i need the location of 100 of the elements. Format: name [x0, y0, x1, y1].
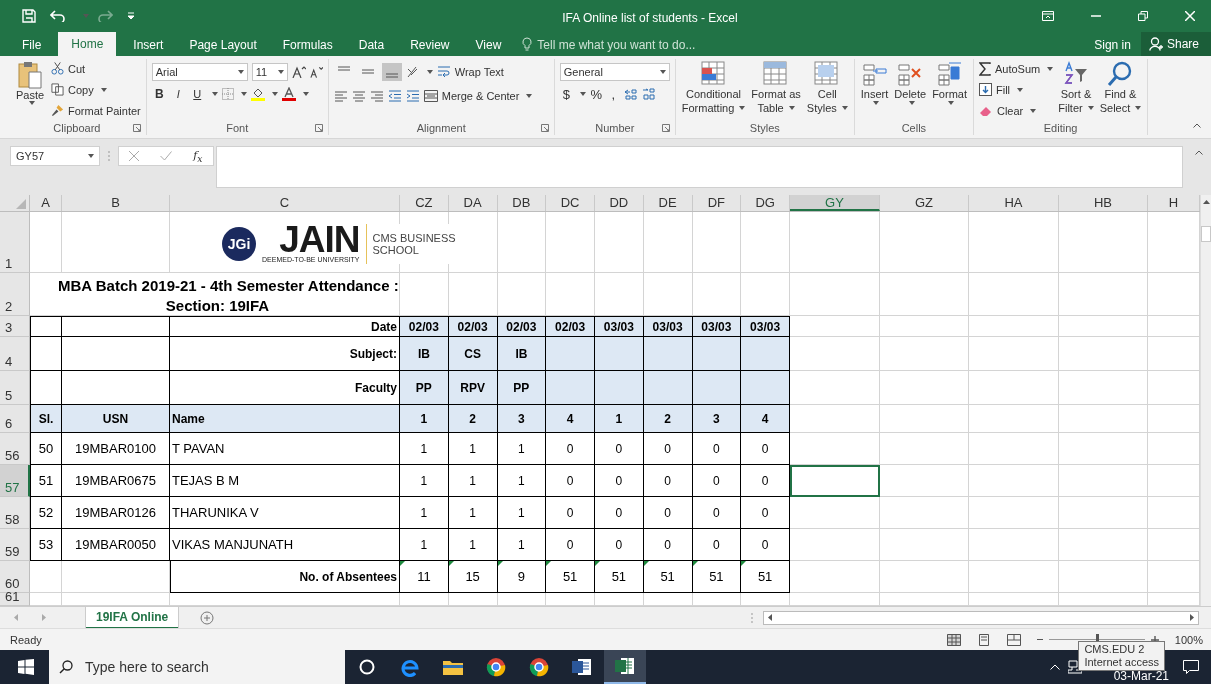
row-header[interactable]: 59	[0, 529, 30, 562]
vertical-scrollbar[interactable]	[1200, 195, 1211, 607]
dialog-launcher-icon[interactable]	[314, 124, 323, 133]
minimize-icon[interactable]	[1091, 14, 1101, 17]
customize-icon[interactable]	[127, 11, 135, 20]
ribbon-tab[interactable]: View	[462, 33, 515, 56]
restore-icon[interactable]	[1138, 10, 1148, 21]
decrease-indent-icon[interactable]	[387, 89, 402, 102]
column-header[interactable]: HA	[969, 195, 1059, 212]
column-header[interactable]: GY	[790, 195, 880, 212]
sign-in-link[interactable]: Sign in	[1094, 33, 1131, 56]
column-header[interactable]: CZ	[400, 195, 449, 212]
row-header[interactable]: 58	[0, 497, 30, 530]
insert-function-button[interactable]: f$_{x}$	[193, 148, 203, 164]
windows-logo-icon[interactable]	[18, 659, 34, 675]
horizontal-scrollbar[interactable]	[763, 610, 1199, 625]
notification-icon[interactable]	[1183, 660, 1199, 674]
vertical-align-icon[interactable]	[381, 62, 402, 81]
row-header[interactable]: 5	[0, 371, 30, 406]
zoom-level[interactable]: 100%	[1174, 633, 1203, 646]
copy-button[interactable]: Copy	[51, 80, 141, 99]
find-select-button[interactable]: Find & Select	[1098, 58, 1143, 115]
row-header[interactable]: 2	[0, 273, 30, 317]
italic-button[interactable]: I	[170, 87, 186, 100]
shrink-font-icon[interactable]	[309, 65, 323, 78]
column-header[interactable]: A	[30, 195, 62, 212]
scroll-right-icon[interactable]	[1190, 614, 1194, 622]
close-icon[interactable]	[1185, 10, 1195, 21]
scrollbar-thumb[interactable]	[1201, 226, 1211, 243]
fill-button[interactable]: Fill	[978, 80, 1054, 99]
name-box[interactable]: GY57	[10, 146, 100, 167]
ribbon-tab[interactable]: Page Layout	[176, 33, 270, 56]
add-sheet-icon[interactable]	[200, 610, 215, 625]
column-header[interactable]: HB	[1059, 195, 1148, 212]
row-header[interactable]: 3	[0, 316, 30, 338]
font-name-field[interactable]: Arial	[151, 62, 248, 81]
grow-font-icon[interactable]	[291, 65, 306, 78]
undo-icon[interactable]	[50, 9, 66, 22]
currency-button[interactable]: $	[559, 86, 573, 102]
dialog-launcher-icon[interactable]	[132, 124, 141, 133]
caret-up-icon[interactable]	[1049, 664, 1060, 670]
comma-button[interactable]: ,	[606, 86, 620, 102]
merge-center-button[interactable]: Merge & Center	[423, 86, 533, 105]
number-format-field[interactable]: General	[559, 62, 670, 81]
decrease-decimal-icon[interactable]	[641, 88, 656, 101]
scroll-left-icon[interactable]	[768, 614, 772, 622]
sort-filter-button[interactable]: Sort & Filter	[1057, 58, 1095, 115]
column-header[interactable]: DD	[595, 195, 644, 212]
network-icon[interactable]	[1067, 660, 1082, 674]
percent-button[interactable]: %	[589, 86, 603, 102]
cells-button[interactable]: Insert	[859, 58, 890, 105]
cut-button[interactable]: Cut	[51, 59, 141, 78]
sheet-tab[interactable]: 19IFA Online	[86, 606, 179, 629]
font-color-icon[interactable]	[281, 86, 296, 101]
paste-button[interactable]: Paste	[13, 58, 47, 105]
normal-view-icon[interactable]	[946, 633, 961, 646]
ribbon-tab[interactable]: Data	[345, 33, 398, 56]
underline-button[interactable]: U	[189, 87, 205, 100]
row-header[interactable]: 57	[0, 465, 30, 498]
dialog-launcher-icon[interactable]	[661, 124, 670, 133]
styles-button[interactable]: Format as Table	[750, 58, 802, 115]
expand-formula-icon[interactable]	[1195, 150, 1203, 156]
row-header[interactable]: 1	[0, 212, 30, 274]
clear-button[interactable]: Clear	[978, 101, 1054, 120]
row-header[interactable]: 4	[0, 337, 30, 372]
increase-decimal-icon[interactable]	[623, 88, 638, 101]
ribbon-tab[interactable]: Formulas	[269, 33, 346, 56]
taskbar-app[interactable]	[604, 650, 646, 684]
wrap-text-button[interactable]: Wrap Text	[436, 62, 504, 81]
font-size-field[interactable]: 11	[251, 62, 288, 81]
cells-button[interactable]: Format	[931, 58, 968, 105]
bold-button[interactable]: B	[151, 86, 167, 101]
row-header[interactable]: 6	[0, 405, 30, 434]
save-icon[interactable]	[22, 8, 36, 23]
orientation-icon[interactable]	[405, 64, 420, 79]
column-header[interactable]: DB	[497, 195, 547, 212]
column-header[interactable]: B	[62, 195, 170, 212]
collapse-ribbon-icon[interactable]	[1193, 123, 1201, 129]
zoom-in-icon[interactable]	[1150, 635, 1159, 644]
dialog-launcher-icon[interactable]	[540, 124, 549, 133]
autosum-button[interactable]: AutoSum	[978, 59, 1054, 78]
styles-button[interactable]: Conditional Formatting	[680, 58, 747, 115]
taskbar-search-field[interactable]: Type here to search	[49, 650, 345, 684]
fill-color-icon[interactable]	[250, 86, 265, 101]
column-header[interactable]: DC	[546, 195, 595, 212]
page-layout-icon[interactable]	[976, 633, 991, 646]
ribbon-tab[interactable]: Insert	[120, 33, 177, 56]
increase-indent-icon[interactable]	[405, 89, 420, 102]
formula-input[interactable]	[216, 146, 1183, 189]
share-button[interactable]: Share	[1140, 31, 1211, 56]
column-header[interactable]: DE	[643, 195, 693, 212]
column-header[interactable]: DF	[692, 195, 742, 212]
column-header[interactable]: GZ	[880, 195, 969, 212]
format-painter-button[interactable]: Format Painter	[51, 101, 141, 120]
row-header[interactable]: 61	[0, 593, 30, 607]
ribbon-tab[interactable]: Review	[397, 33, 463, 56]
tell-me-field[interactable]: Tell me what you want to do...	[537, 33, 696, 56]
ribbon-tab[interactable]: Home	[58, 31, 117, 56]
ribbon-tab[interactable]: File	[0, 33, 55, 56]
scroll-up-icon[interactable]	[1202, 200, 1210, 205]
